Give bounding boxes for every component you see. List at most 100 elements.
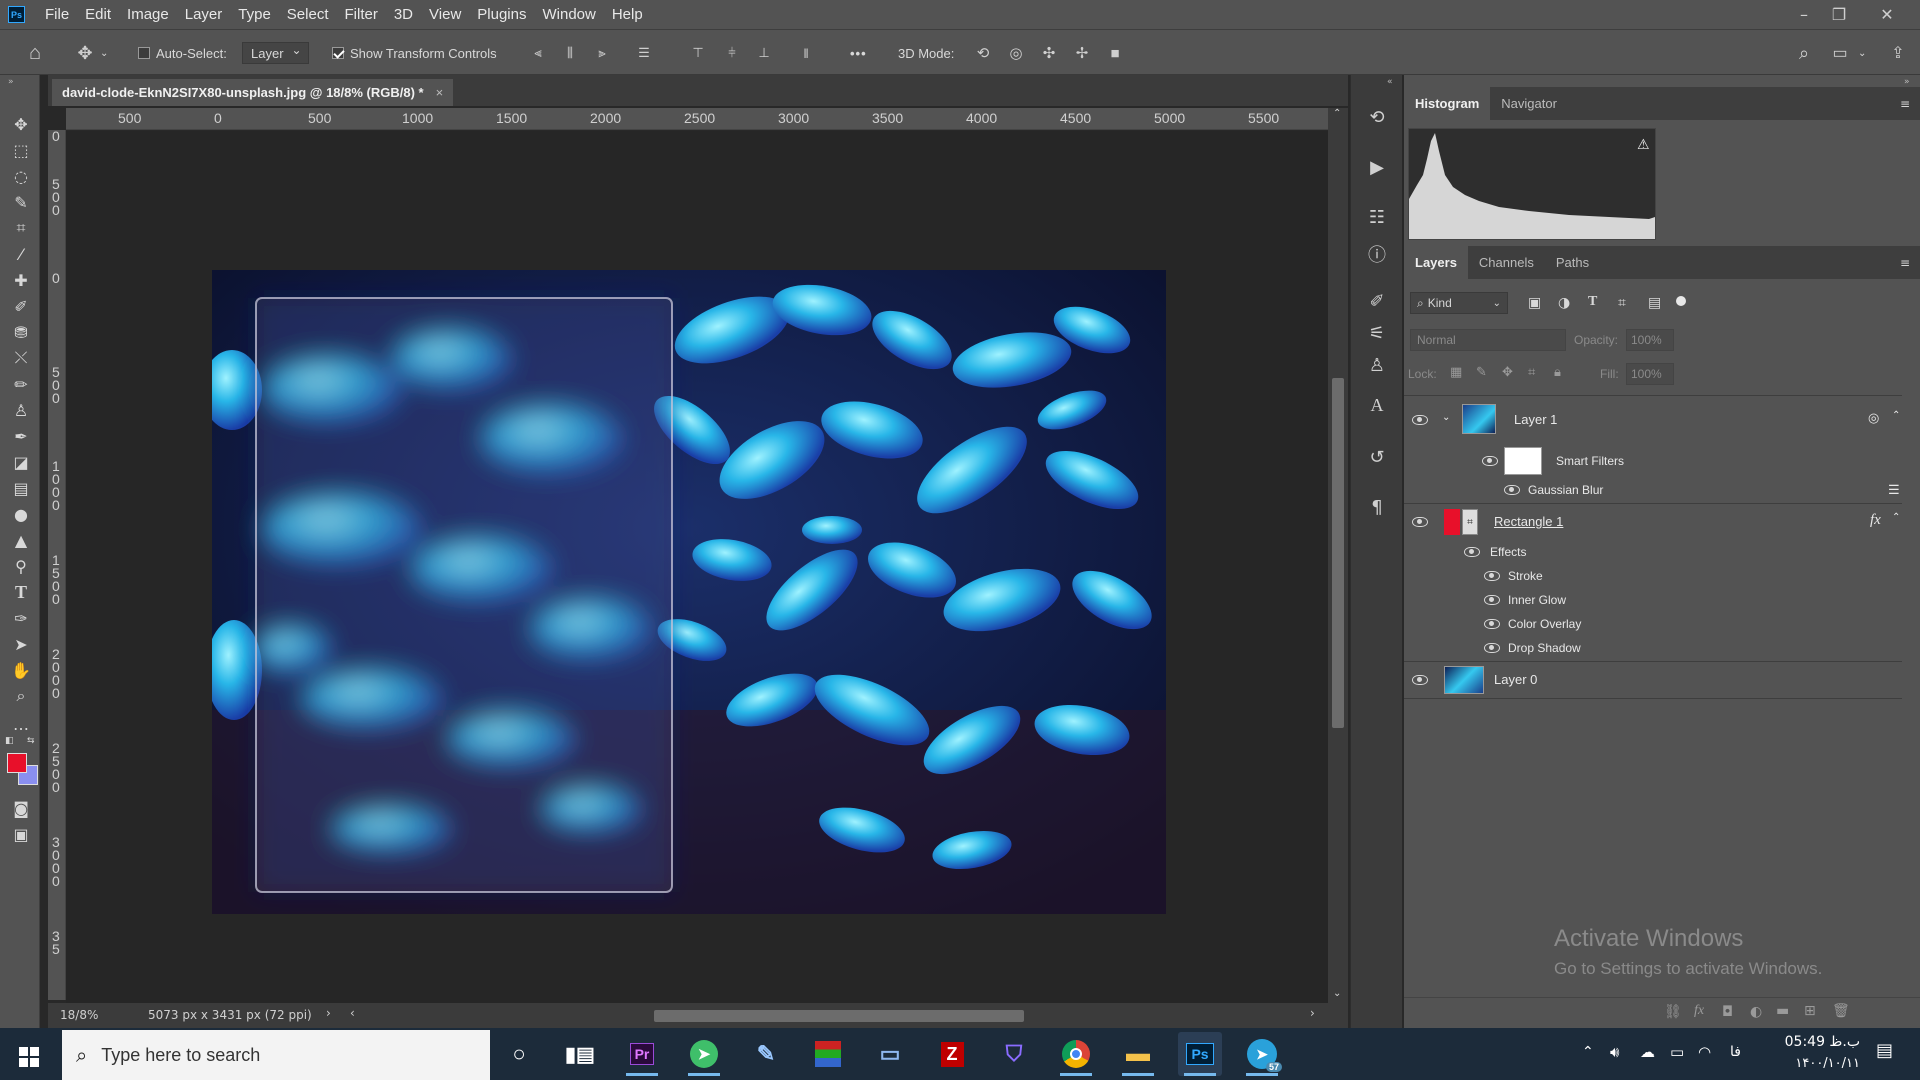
filter-pixel-icon[interactable]: ▣ bbox=[1528, 295, 1541, 311]
edit-toolbar-icon[interactable]: … bbox=[10, 713, 32, 735]
horizontal-ruler[interactable]: 500 0 500 1000 1500 2000 2500 3000 3500 … bbox=[66, 108, 1328, 130]
vpn-icon[interactable]: ➤ bbox=[682, 1032, 726, 1076]
effect-row[interactable]: Drop Shadow bbox=[1404, 636, 1904, 660]
filter-blending-options-icon[interactable]: ☰ bbox=[1888, 482, 1900, 498]
tab-histogram[interactable]: Histogram bbox=[1404, 87, 1491, 120]
align-right-icon[interactable]: ⫸ bbox=[592, 30, 612, 76]
align-bottom-icon[interactable]: ⊥ bbox=[754, 30, 774, 76]
menu-3d[interactable]: 3D bbox=[386, 6, 421, 23]
move-tool-preset-icon[interactable]: ✥ bbox=[74, 30, 96, 76]
horizontal-scrollbar-thumb[interactable] bbox=[654, 1010, 1024, 1022]
blend-mode-dropdown[interactable]: Normal bbox=[1410, 329, 1566, 351]
path-select-tool-icon[interactable]: ➤ bbox=[10, 633, 32, 655]
menu-filter[interactable]: Filter bbox=[337, 6, 386, 23]
scroll-up-icon[interactable]: ⌃ bbox=[1333, 108, 1341, 119]
pan-3d-icon[interactable]: ✣ bbox=[1038, 30, 1060, 76]
tab-navigator[interactable]: Navigator bbox=[1490, 87, 1568, 120]
language-indicator[interactable]: فا bbox=[1730, 1044, 1741, 1060]
history-brush-tool-icon[interactable]: ⤬ bbox=[10, 347, 32, 369]
gradient-tool-icon[interactable]: ▤ bbox=[10, 477, 32, 499]
menu-window[interactable]: Window bbox=[534, 6, 603, 23]
photoshop-icon[interactable]: Ps bbox=[1178, 1032, 1222, 1076]
telegram-icon[interactable]: ➤ 57 bbox=[1240, 1032, 1284, 1076]
restore-icon[interactable]: ❐ bbox=[1822, 0, 1856, 29]
auto-select-checkbox[interactable]: Auto-Select: bbox=[138, 30, 227, 76]
layer-filter-dropdown[interactable]: ⌕ Kind ⌄ bbox=[1410, 292, 1508, 314]
visibility-eye-icon[interactable] bbox=[1484, 643, 1500, 653]
fill-input[interactable]: 100% bbox=[1626, 363, 1674, 385]
align-top-icon[interactable]: ⊤ bbox=[688, 30, 708, 76]
shield-vpn-icon[interactable]: ⛉ bbox=[992, 1032, 1036, 1076]
visibility-eye-icon[interactable] bbox=[1412, 415, 1428, 425]
explorer-icon[interactable]: ▭ bbox=[868, 1032, 912, 1076]
clock-time[interactable]: 05:49 ب.ظ bbox=[1770, 1034, 1860, 1050]
stamp-tool-icon[interactable]: ⛃ bbox=[10, 321, 32, 343]
lock-position-icon[interactable]: ✥ bbox=[1502, 365, 1513, 380]
tab-channels[interactable]: Channels bbox=[1468, 246, 1545, 279]
status-menu-chevron-icon[interactable]: › bbox=[326, 1006, 331, 1020]
visibility-eye-icon[interactable] bbox=[1504, 485, 1520, 495]
onedrive-icon[interactable]: ☁ bbox=[1640, 1043, 1655, 1061]
menu-view[interactable]: View bbox=[421, 6, 469, 23]
properties-icon[interactable]: ⚟ bbox=[1365, 321, 1389, 345]
marquee-tool-icon[interactable]: ⬚ bbox=[10, 139, 32, 161]
scroll-left-icon[interactable]: ‹ bbox=[350, 1006, 355, 1020]
layer-name[interactable]: Layer 1 bbox=[1514, 412, 1557, 427]
healing-brush-tool-icon[interactable]: ✚ bbox=[10, 269, 32, 291]
quick-mask-icon[interactable]: ◙ bbox=[10, 797, 32, 819]
search-icon[interactable]: ⌕ bbox=[1792, 30, 1816, 76]
home-icon[interactable]: ⌂ bbox=[22, 30, 48, 76]
blur-tool-icon[interactable]: ● bbox=[10, 503, 32, 525]
sharpen-tool-icon[interactable]: ▲ bbox=[10, 529, 32, 551]
collapse-toolbar-icon[interactable]: » bbox=[8, 77, 14, 87]
crop-tool-icon[interactable]: ⌗ bbox=[10, 217, 32, 239]
pen-tool-icon[interactable]: ✑ bbox=[10, 607, 32, 629]
hand-tool-icon[interactable]: ✋ bbox=[10, 659, 32, 681]
lock-transparent-icon[interactable]: ▦ bbox=[1450, 365, 1462, 380]
clone-source-icon[interactable]: ♙ bbox=[1365, 353, 1389, 377]
lock-image-icon[interactable]: ✎ bbox=[1476, 365, 1487, 380]
layer-expand-chevron-icon[interactable]: ⌄ bbox=[1442, 412, 1450, 423]
lock-all-icon[interactable]: 🔒︎ bbox=[1554, 365, 1561, 380]
new-adjustment-icon[interactable]: ◐ bbox=[1750, 1004, 1762, 1020]
cached-data-warning-icon[interactable]: ⚠ bbox=[1637, 137, 1650, 153]
filter-shape-icon[interactable]: ⌗ bbox=[1618, 295, 1626, 311]
filter-row[interactable]: Gaussian Blur ☰ bbox=[1404, 478, 1904, 502]
default-colors-icon[interactable]: ◧ bbox=[5, 736, 14, 746]
quick-select-tool-icon[interactable]: ✎ bbox=[10, 191, 32, 213]
fx-badge[interactable]: fx bbox=[1870, 512, 1881, 529]
volume-icon[interactable]: 🔊︎ bbox=[1610, 1043, 1619, 1061]
filter-adjustment-icon[interactable]: ◑ bbox=[1558, 295, 1570, 311]
menu-plugins[interactable]: Plugins bbox=[469, 6, 534, 23]
tab-layers[interactable]: Layers bbox=[1404, 246, 1468, 279]
vertical-scrollbar-thumb[interactable] bbox=[1332, 378, 1344, 728]
layer-name[interactable]: Rectangle 1 bbox=[1494, 514, 1563, 529]
show-transform-checkbox[interactable]: Show Transform Controls bbox=[332, 30, 497, 76]
move-tool-icon[interactable]: ✥ bbox=[10, 113, 32, 135]
collapse-panels-icon[interactable]: » bbox=[1904, 77, 1910, 87]
filezilla-icon[interactable]: Z bbox=[930, 1032, 974, 1076]
zoom-level[interactable]: 18/8% bbox=[60, 1008, 98, 1022]
scroll-down-icon[interactable]: ⌄ bbox=[1333, 988, 1341, 999]
art-history-tool-icon[interactable]: ✒ bbox=[10, 425, 32, 447]
eraser-tool-icon[interactable]: ◪ bbox=[10, 451, 32, 473]
lock-artboard-icon[interactable]: ⌗ bbox=[1528, 365, 1535, 380]
layer-row[interactable]: Layer 0 bbox=[1404, 662, 1904, 698]
chrome-icon[interactable] bbox=[1054, 1032, 1098, 1076]
layers-panel-menu-icon[interactable]: ≡ bbox=[1900, 256, 1910, 270]
eyedropper-tool-icon[interactable]: ⁄ bbox=[10, 243, 32, 265]
chevron-down-icon[interactable]: ⌄ bbox=[100, 30, 108, 76]
layer-row[interactable]: ⌗ Rectangle 1 fx ⌃ bbox=[1404, 504, 1904, 540]
scale-3d-icon[interactable]: ■ bbox=[1104, 30, 1126, 76]
character-icon[interactable]: A bbox=[1365, 393, 1389, 417]
winrar-icon[interactable] bbox=[806, 1032, 850, 1076]
collapse-dock-icon[interactable]: « bbox=[1387, 77, 1393, 87]
visibility-eye-icon[interactable] bbox=[1484, 571, 1500, 581]
brush-tool-icon[interactable]: ✐ bbox=[10, 295, 32, 317]
menu-image[interactable]: Image bbox=[119, 6, 177, 23]
close-icon[interactable]: ✕ bbox=[1870, 0, 1904, 29]
paragraph-icon[interactable]: ¶ bbox=[1365, 495, 1389, 519]
auto-select-target-dropdown[interactable]: Layer bbox=[242, 30, 309, 76]
image-canvas[interactable] bbox=[212, 270, 1166, 914]
vertical-ruler[interactable]: 0 5 0 0 0 5 0 0 1 0 0 0 1 5 0 0 2 0 0 0 … bbox=[48, 129, 66, 1000]
